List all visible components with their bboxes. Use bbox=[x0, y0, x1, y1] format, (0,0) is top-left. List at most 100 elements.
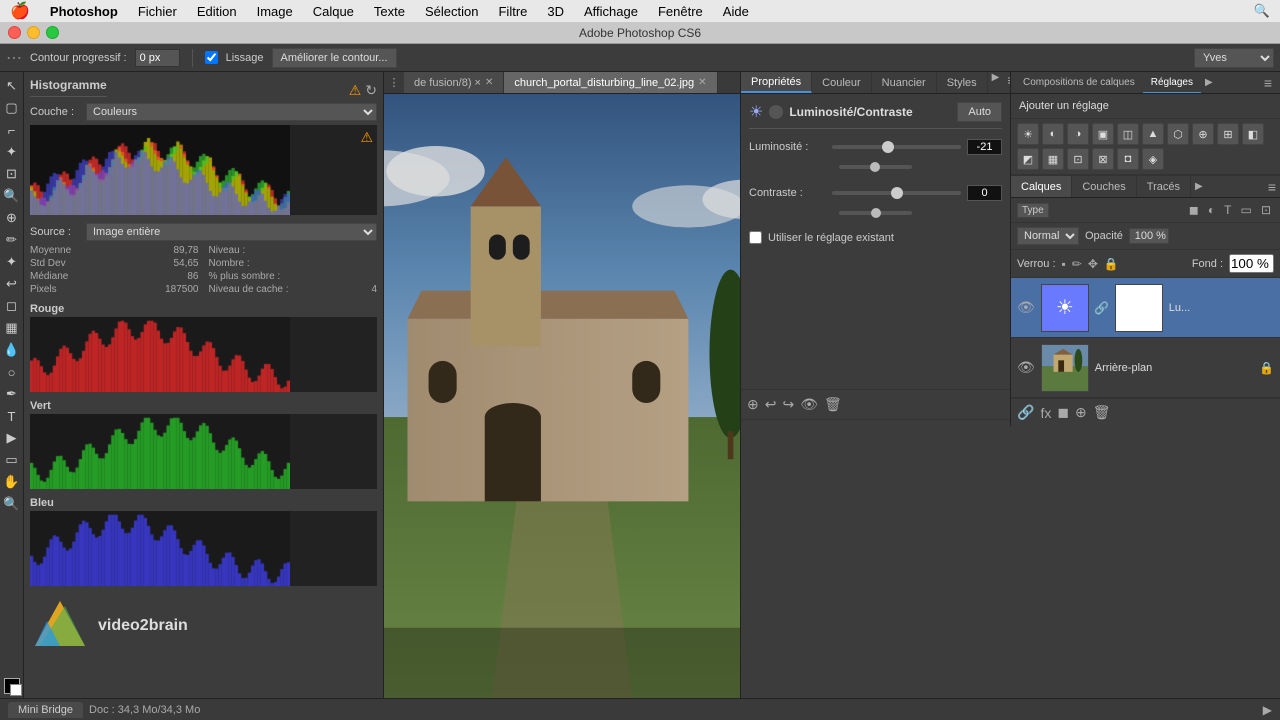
lissage-checkbox[interactable] bbox=[205, 51, 218, 64]
adj-channel-mix-icon[interactable]: ◧ bbox=[1242, 123, 1264, 145]
menu-aide[interactable]: Aide bbox=[713, 0, 759, 22]
move-tool[interactable]: ↖ bbox=[2, 76, 22, 96]
profile-select[interactable]: Yves bbox=[1194, 48, 1274, 68]
zoom-tool[interactable]: 🔍 bbox=[2, 494, 22, 514]
menu-fenetre[interactable]: Fenêtre bbox=[648, 0, 713, 22]
menu-fichier[interactable]: Fichier bbox=[128, 0, 187, 22]
adj-curves-icon[interactable]: ◑ bbox=[1067, 123, 1089, 145]
source-select[interactable]: Image entière bbox=[86, 223, 377, 241]
comp-tab-compositions[interactable]: Compositions de calques bbox=[1015, 72, 1143, 93]
filter-adj-btn[interactable]: ◐ bbox=[1205, 202, 1218, 218]
histogram-refresh-button[interactable]: ↻ bbox=[365, 82, 377, 99]
adj-vibrance-icon[interactable]: ◫ bbox=[1117, 123, 1139, 145]
props-redo-button[interactable]: ↪ bbox=[782, 396, 794, 413]
tab-right-close[interactable]: ✕ bbox=[698, 77, 706, 88]
expand-arrow[interactable]: ▶ bbox=[1263, 703, 1272, 717]
gradient-tool[interactable]: ▦ bbox=[2, 318, 22, 338]
filter-pixel-btn[interactable]: ◼ bbox=[1186, 202, 1202, 218]
adj-gradient-map-icon[interactable]: ⊠ bbox=[1092, 148, 1114, 170]
adj-colorbalance-icon[interactable]: ⬡ bbox=[1167, 123, 1189, 145]
pen-tool[interactable]: ✒ bbox=[2, 384, 22, 404]
layer-add-button[interactable]: ⊕ bbox=[1075, 404, 1087, 421]
blur-tool[interactable]: 💧 bbox=[2, 340, 22, 360]
comp-tab-arrow[interactable]: ▶ bbox=[1201, 77, 1217, 88]
path-selection-tool[interactable]: ▶ bbox=[2, 428, 22, 448]
lock-all-btn[interactable]: 🔒 bbox=[1104, 257, 1119, 271]
menu-selection[interactable]: Sélection bbox=[415, 0, 488, 22]
clone-stamp-tool[interactable]: ✦ bbox=[2, 252, 22, 272]
menu-affichage[interactable]: Affichage bbox=[574, 0, 648, 22]
tab-nuancier[interactable]: Nuancier bbox=[872, 72, 937, 93]
app-menu-photoshop[interactable]: Photoshop bbox=[40, 0, 128, 22]
contraste-value-input[interactable]: 0 bbox=[967, 185, 1002, 201]
search-icon[interactable]: 🔍 bbox=[1254, 3, 1280, 19]
layer-type-filter[interactable]: Type bbox=[1017, 203, 1049, 218]
contraste-slider[interactable] bbox=[832, 191, 961, 195]
luminosite-slider[interactable] bbox=[832, 145, 961, 149]
adj-brightness-icon[interactable]: ☀ bbox=[1017, 123, 1039, 145]
healing-brush-tool[interactable]: ⊕ bbox=[2, 208, 22, 228]
layer-eye-adjustment[interactable]: 👁 bbox=[1017, 299, 1035, 316]
layers-menu-icon[interactable]: ≡ bbox=[1264, 179, 1280, 195]
crop-tool[interactable]: ⊡ bbox=[2, 164, 22, 184]
dodge-tool[interactable]: ○ bbox=[2, 362, 22, 382]
adj-more-icon[interactable]: ◈ bbox=[1142, 148, 1164, 170]
selection-tool[interactable]: ▢ bbox=[2, 98, 22, 118]
tab-traces[interactable]: Tracés bbox=[1137, 176, 1191, 197]
hand-tool[interactable]: ✋ bbox=[2, 472, 22, 492]
tab-styles[interactable]: Styles bbox=[937, 72, 988, 93]
layers-tab-arrow[interactable]: ▶ bbox=[1191, 181, 1207, 192]
ameliorer-contour-button[interactable]: Améliorer le contour... bbox=[272, 48, 397, 68]
history-brush-tool[interactable]: ↩ bbox=[2, 274, 22, 294]
tab-calques[interactable]: Calques bbox=[1011, 176, 1072, 197]
lock-move-btn[interactable]: ✥ bbox=[1088, 257, 1098, 271]
layer-mask-button[interactable]: ◼ bbox=[1057, 404, 1069, 421]
layer-name-adjustment[interactable]: Lu... bbox=[1169, 302, 1274, 314]
eraser-tool[interactable]: ◻ bbox=[2, 296, 22, 316]
filter-smart-btn[interactable]: ⊡ bbox=[1258, 202, 1274, 218]
fg-bg-colors[interactable] bbox=[4, 678, 20, 694]
tab-couleur[interactable]: Couleur bbox=[812, 72, 872, 93]
menu-3d[interactable]: 3D bbox=[537, 0, 574, 22]
fond-input[interactable] bbox=[1229, 254, 1274, 273]
eyedropper-tool[interactable]: 🔍 bbox=[2, 186, 22, 206]
brush-tool[interactable]: ✏ bbox=[2, 230, 22, 250]
tab-couches[interactable]: Couches bbox=[1072, 176, 1136, 197]
luminosite-value-input[interactable]: -21 bbox=[967, 139, 1002, 155]
adj-selective-color-icon[interactable]: ◘ bbox=[1117, 148, 1139, 170]
layer-item-background[interactable]: 👁 Arrière-plan 🔒 bbox=[1011, 338, 1280, 398]
histogram-cache-warning[interactable]: ⚠ bbox=[360, 129, 373, 146]
contour-value-input[interactable] bbox=[135, 49, 180, 67]
tab-proprietes[interactable]: Propriétés bbox=[741, 72, 812, 93]
props-tab-arrow[interactable]: ▶ bbox=[988, 72, 1004, 93]
utiliser-checkbox[interactable] bbox=[749, 231, 762, 244]
adj-invert-icon[interactable]: ◩ bbox=[1017, 148, 1039, 170]
apple-menu[interactable]: 🍎 bbox=[0, 1, 40, 21]
adj-hsl-icon[interactable]: ▲ bbox=[1142, 123, 1164, 145]
menu-filtre[interactable]: Filtre bbox=[488, 0, 537, 22]
props-delete-button[interactable]: 🗑 bbox=[824, 396, 842, 413]
props-add-button[interactable]: ⊕ bbox=[747, 396, 759, 413]
maximize-button[interactable] bbox=[46, 26, 59, 39]
canvas-tab-left[interactable]: de fusion/8) × ✕ bbox=[404, 72, 504, 93]
couche-select[interactable]: Couleurs bbox=[86, 103, 377, 121]
mini-bridge-tab[interactable]: Mini Bridge bbox=[8, 702, 83, 718]
props-visibility-button[interactable]: 👁 bbox=[800, 396, 818, 413]
magic-wand-tool[interactable]: ✦ bbox=[2, 142, 22, 162]
opacity-input[interactable] bbox=[1129, 228, 1169, 244]
layer-link-button[interactable]: 🔗 bbox=[1017, 404, 1034, 421]
close-button[interactable] bbox=[8, 26, 21, 39]
filter-shape-btn[interactable]: ▭ bbox=[1238, 202, 1255, 218]
layer-item-adjustment[interactable]: 👁 ☀ 🔗 Lu... bbox=[1011, 278, 1280, 338]
blend-mode-select[interactable]: Normal bbox=[1017, 227, 1079, 245]
adj-posterize-icon[interactable]: ▦ bbox=[1042, 148, 1064, 170]
auto-button[interactable]: Auto bbox=[957, 102, 1002, 122]
panels-toggle[interactable]: ⋮ bbox=[384, 76, 404, 89]
adj-threshold-icon[interactable]: ⊡ bbox=[1067, 148, 1089, 170]
adj-photofilter-icon[interactable]: ⊞ bbox=[1217, 123, 1239, 145]
layer-eye-background[interactable]: 👁 bbox=[1017, 359, 1035, 376]
layer-fx-button[interactable]: fx bbox=[1040, 405, 1051, 421]
tab-left-close[interactable]: ✕ bbox=[485, 77, 493, 88]
layer-name-background[interactable]: Arrière-plan bbox=[1095, 362, 1253, 374]
shape-tool[interactable]: ▭ bbox=[2, 450, 22, 470]
